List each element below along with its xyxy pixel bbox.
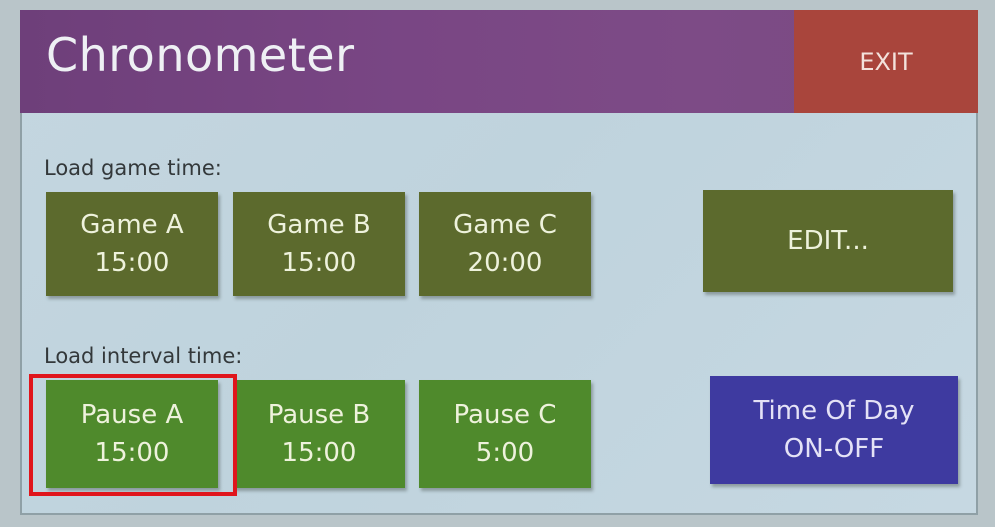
pause-a-time: 15:00 [94,438,170,468]
game-b-time: 15:00 [281,248,357,278]
interval-time-label: Load interval time: [44,344,243,368]
pause-c-time: 5:00 [475,438,535,468]
game-time-label: Load game time: [44,156,222,180]
game-a-button[interactable]: Game A 15:00 [46,192,218,296]
pause-a-button[interactable]: Pause A 15:00 [46,380,218,488]
edit-button[interactable]: EDIT... [703,190,953,292]
pause-c-name: Pause C [453,400,557,430]
pause-a-name: Pause A [80,400,184,430]
game-b-name: Game B [267,210,371,240]
time-of-day-button[interactable]: Time Of Day ON-OFF [710,376,958,484]
game-c-time: 20:00 [467,248,543,278]
pause-b-button[interactable]: Pause B 15:00 [233,380,405,488]
exit-button[interactable]: EXIT [794,10,978,113]
game-a-time: 15:00 [94,248,170,278]
game-c-button[interactable]: Game C 20:00 [419,192,591,296]
time-of-day-line1: Time Of Day [753,396,915,426]
pause-b-name: Pause B [267,400,371,430]
pause-b-time: 15:00 [281,438,357,468]
edit-label: EDIT... [787,226,869,256]
page-title: Chronometer [46,28,355,82]
header-bar: Chronometer EXIT [20,10,978,113]
chronometer-screen: Chronometer EXIT Load game time: Game A … [20,10,978,515]
game-a-name: Game A [80,210,184,240]
game-b-button[interactable]: Game B 15:00 [233,192,405,296]
game-c-name: Game C [453,210,557,240]
pause-c-button[interactable]: Pause C 5:00 [419,380,591,488]
time-of-day-line2: ON-OFF [783,434,885,464]
